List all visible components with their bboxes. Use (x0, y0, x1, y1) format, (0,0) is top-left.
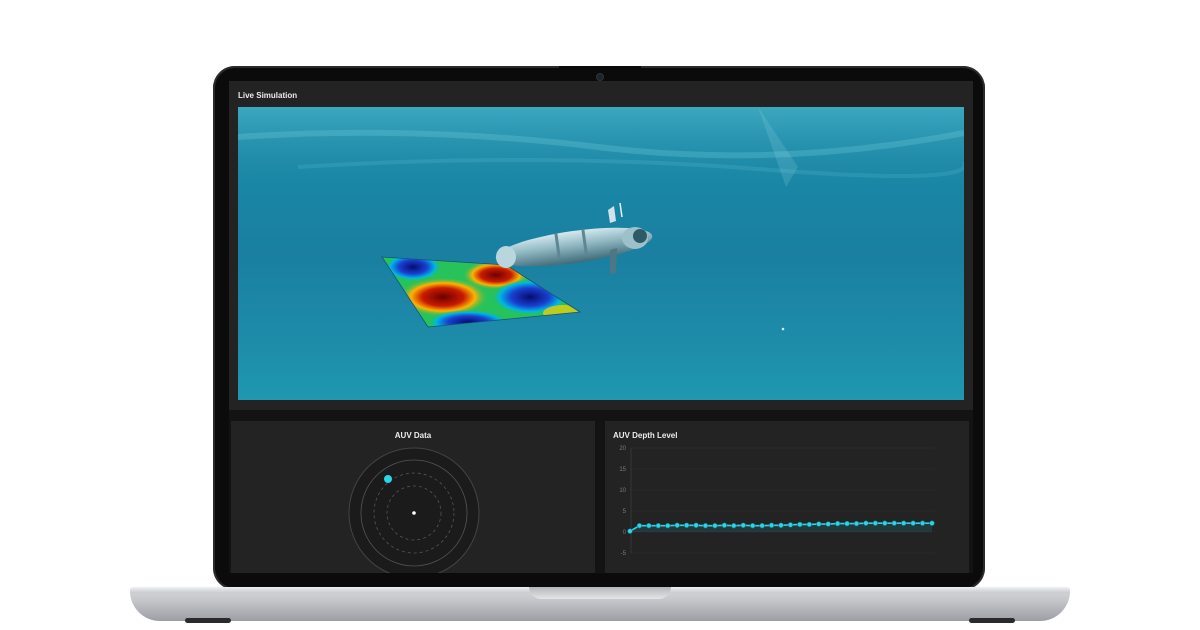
thumb-cutout (529, 587, 671, 599)
data-point (768, 522, 775, 528)
y-tick-label: 0 (623, 530, 627, 536)
data-point (910, 520, 916, 526)
data-point (929, 520, 935, 526)
data-point (646, 522, 652, 529)
data-point (655, 522, 662, 529)
y-tick-label: 15 (619, 467, 626, 473)
data-point (863, 520, 869, 526)
screen: Live Simulation AUV Data AUV Depth Level… (229, 81, 973, 573)
y-tick-label: 10 (619, 488, 626, 494)
radar-ring-outer (348, 447, 480, 573)
data-point (919, 520, 926, 526)
data-point (844, 520, 850, 527)
depth-level-panel: AUV Depth Level 20 15 10 5 0 -5 (605, 421, 969, 573)
data-point (872, 520, 879, 526)
data-point (740, 522, 746, 528)
data-point (693, 522, 699, 528)
data-point (778, 522, 784, 528)
data-point (674, 522, 680, 528)
data-point (900, 520, 907, 526)
data-point (749, 522, 756, 529)
data-point (816, 521, 822, 527)
data-point (787, 522, 794, 528)
data-point (665, 522, 671, 529)
data-point (636, 522, 643, 529)
y-tick-label: -5 (621, 551, 627, 557)
data-point (627, 528, 633, 534)
data-point (797, 521, 803, 528)
auv-position-marker (384, 475, 392, 483)
y-tick-label: 20 (619, 446, 626, 452)
camera-icon (597, 74, 603, 80)
live-simulation-title: Live Simulation (238, 91, 298, 100)
data-point (853, 520, 860, 527)
data-point (806, 521, 813, 528)
data-point (683, 522, 690, 528)
data-point (759, 522, 765, 529)
simulation-scene (238, 107, 964, 331)
laptop-foot-left (185, 618, 231, 623)
laptop-foot-right (969, 618, 1015, 623)
auv-radar (348, 447, 480, 573)
data-point (834, 520, 841, 527)
y-tick-label: 5 (623, 509, 627, 515)
radar-center (412, 511, 416, 515)
data-point (891, 520, 897, 526)
data-point (721, 522, 728, 528)
auv-data-panel: AUV Data (231, 421, 595, 573)
simulation-viewport[interactable] (238, 107, 964, 400)
data-point (882, 520, 888, 526)
data-point (712, 522, 718, 529)
depth-chart: 20 15 10 5 0 -5 (619, 446, 935, 557)
live-simulation-panel: Live Simulation (229, 81, 973, 410)
data-point (825, 521, 831, 527)
data-point (702, 522, 709, 529)
data-point (731, 522, 737, 529)
auv-vehicle (495, 202, 653, 274)
